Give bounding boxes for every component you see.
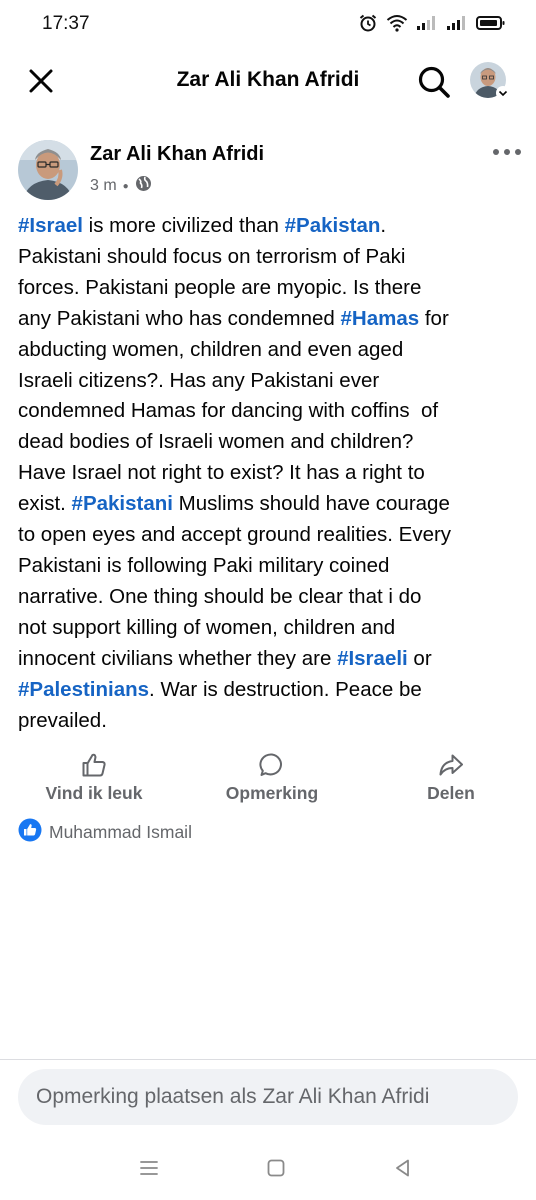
- post-text: #Israel is more civilized than #Pakistan…: [18, 211, 523, 736]
- share-button[interactable]: Delen: [420, 750, 482, 804]
- post-line: Pakistani should focus on terrorism of P…: [18, 244, 406, 268]
- like-label: Vind ik leuk: [45, 783, 143, 803]
- text-segment: any Pakistani who has condemned: [18, 306, 341, 330]
- post-meta: 3 m ●: [90, 175, 152, 197]
- comment-placeholder: Opmerking plaatsen als Zar Ali Khan Afri…: [36, 1085, 430, 1108]
- hashtag-link[interactable]: #Pakistan: [285, 214, 381, 237]
- comment-icon: [259, 753, 282, 776]
- post-line: condemned Hamas for dancing with coffins…: [18, 399, 439, 423]
- status-time: 17:37: [42, 13, 90, 34]
- text-segment: or: [407, 646, 432, 670]
- post-line: to open eyes and accept ground realities…: [18, 523, 452, 547]
- post-line: narrative. One thing should be clear tha…: [18, 584, 422, 608]
- post-line: Israeli citizens?. Has any Pakistani eve…: [18, 368, 380, 392]
- hashtag-link[interactable]: #Israel: [18, 214, 83, 237]
- hashtag-link[interactable]: #Israeli: [337, 647, 408, 670]
- like-badge-icon: [18, 818, 42, 847]
- status-bar: 17:37: [0, 0, 536, 48]
- more-options-button[interactable]: [490, 140, 524, 164]
- comment-input[interactable]: Opmerking plaatsen als Zar Ali Khan Afri…: [18, 1069, 518, 1125]
- reactions-summary[interactable]: Muhammad Ismail: [18, 818, 192, 847]
- post-time[interactable]: 3 m: [90, 177, 117, 195]
- status-icons: [358, 12, 506, 34]
- profile-menu-button[interactable]: [470, 62, 510, 102]
- share-icon: [439, 754, 463, 776]
- home-button[interactable]: [261, 1156, 291, 1180]
- comment-button[interactable]: Opmerking: [222, 750, 322, 804]
- post-line: not support killing of women, children a…: [18, 615, 396, 639]
- post-line: forces. Pakistani people are myopic. Is …: [18, 275, 422, 299]
- more-icon: [493, 149, 521, 155]
- wifi-icon: [386, 14, 408, 32]
- post-line: Have Israel not right to exist? It has a…: [18, 461, 425, 485]
- hashtag-link[interactable]: #Pakistani: [72, 492, 173, 515]
- text-segment: exist.: [18, 492, 72, 516]
- thumbs-up-icon: [82, 753, 106, 777]
- text-segment: is more civilized than: [82, 214, 285, 237]
- battery-icon: [476, 15, 506, 31]
- post-line: innocent civilians whether they are #Isr…: [18, 644, 523, 675]
- text-segment: innocent civilians whether they are: [18, 646, 338, 670]
- post-line: prevailed.: [18, 708, 107, 732]
- post-line: exist. #Pakistani Muslims should have co…: [18, 489, 523, 520]
- back-triangle-icon: [396, 1159, 409, 1177]
- home-square-icon: [267, 1159, 285, 1177]
- search-icon: [418, 66, 450, 98]
- system-nav-bar: [0, 1140, 536, 1200]
- share-label: Delen: [427, 783, 475, 803]
- text-segment: .: [380, 214, 387, 237]
- post-line: any Pakistani who has condemned #Hamas f…: [18, 304, 523, 335]
- alarm-icon: [358, 13, 378, 33]
- chevron-down-icon: [496, 86, 510, 100]
- post-author-avatar[interactable]: [18, 140, 78, 200]
- post-line: #Palestinians. War is destruction. Peace…: [18, 675, 523, 706]
- signal-icon-2: [446, 15, 468, 31]
- top-header: Zar Ali Khan Afridi: [0, 52, 536, 110]
- text-segment: for: [419, 306, 449, 330]
- post-author-name[interactable]: Zar Ali Khan Afridi: [90, 143, 264, 166]
- post-actions: Vind ik leuk Opmerking Delen: [0, 750, 536, 810]
- like-button[interactable]: Vind ik leuk: [42, 750, 146, 804]
- signal-icon-1: [416, 15, 438, 31]
- page-title: Zar Ali Khan Afridi: [176, 68, 360, 91]
- comment-label: Opmerking: [225, 783, 319, 803]
- dot-separator: ●: [122, 180, 129, 192]
- post-line: #Israel is more civilized than #Pakistan…: [18, 211, 523, 242]
- post-line: dead bodies of Israeli women and childre…: [18, 430, 414, 454]
- post-line: Pakistani is following Paki military coi…: [18, 553, 390, 577]
- recent-apps-button[interactable]: [134, 1156, 164, 1180]
- menu-icon: [140, 1161, 158, 1175]
- text-segment: . War is destruction. Peace be: [149, 677, 422, 701]
- divider: [0, 1059, 536, 1060]
- globe-icon: [135, 175, 152, 197]
- text-segment: Muslims should have courage: [172, 492, 450, 516]
- reactor-name: Muhammad Ismail: [49, 822, 192, 842]
- post-line: abducting women, children and even aged: [18, 337, 404, 361]
- hashtag-link[interactable]: #Palestinians: [18, 678, 149, 701]
- hashtag-link[interactable]: #Hamas: [341, 307, 420, 330]
- search-button[interactable]: [414, 62, 454, 102]
- back-button[interactable]: [388, 1156, 418, 1180]
